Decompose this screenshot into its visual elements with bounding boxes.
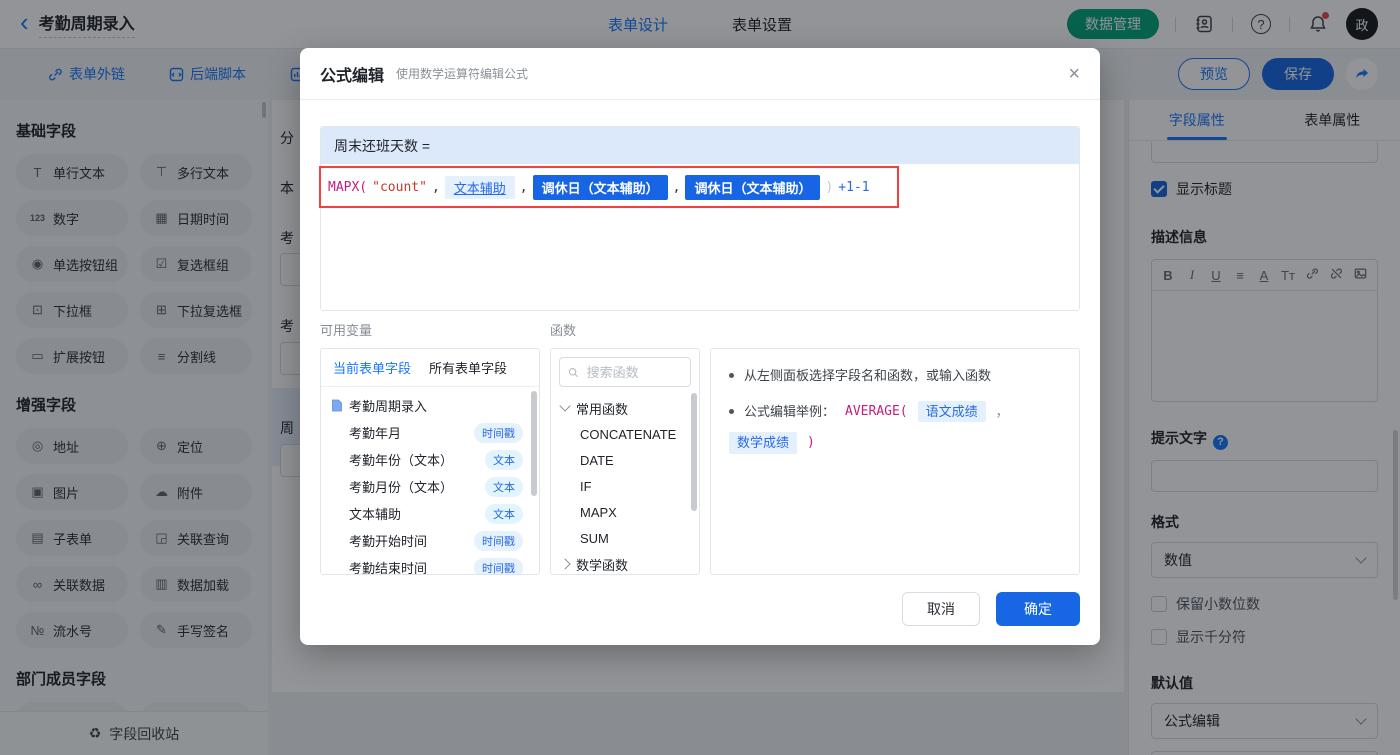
variable-item[interactable]: 文本辅助文本 [321, 500, 539, 527]
tips-panel: 从左侧面板选择字段名和函数，或输入函数 公式编辑举例： AVERAGE( 语文成… [710, 348, 1080, 575]
document-icon [331, 399, 343, 412]
type-badge: 时间戳 [474, 558, 523, 576]
formula-target: 周末还班天数 = [321, 127, 1079, 164]
formula-paren: ) [825, 180, 833, 195]
function-item[interactable]: SUM [551, 525, 699, 551]
tab-all-form-fields[interactable]: 所有表单字段 [429, 358, 507, 377]
function-group-math[interactable]: 数学函数 [551, 551, 699, 575]
formula-function: MAPX( [328, 180, 367, 195]
example-close-paren: ) [807, 433, 815, 453]
functions-label: 函数 [550, 320, 576, 339]
close-icon[interactable]: × [1068, 64, 1080, 84]
formula-box: 周末还班天数 = MAPX( "count" , 文本辅助 , 调休日（文本辅助… [320, 126, 1080, 311]
search-input[interactable] [585, 364, 682, 381]
formula-editor-modal: 公式编辑 使用数学运算符编辑公式 × 周末还班天数 = MAPX( "count… [300, 48, 1100, 645]
modal-title: 公式编辑 [320, 62, 384, 86]
function-item[interactable]: DATE [551, 447, 699, 473]
variables-label: 可用变量 [320, 320, 372, 339]
variables-scrollbar[interactable] [531, 391, 537, 496]
variables-root[interactable]: 考勤周期录入 [321, 392, 539, 419]
example-comma: ， [996, 402, 1009, 422]
variable-item[interactable]: 考勤开始时间时间戳 [321, 527, 539, 554]
chevron-down-icon [559, 400, 570, 411]
confirm-button[interactable]: 确定 [996, 592, 1080, 626]
modal-footer: 取消 确定 [902, 592, 1080, 626]
cancel-button[interactable]: 取消 [902, 592, 980, 626]
bullet [729, 409, 734, 414]
variable-item[interactable]: 考勤月份（文本）文本 [321, 473, 539, 500]
modal-header: 公式编辑 使用数学运算符编辑公式 × [300, 48, 1100, 100]
bullet [729, 373, 734, 378]
function-search [559, 357, 691, 387]
type-badge: 时间戳 [474, 531, 523, 551]
formula-field-tag-selected[interactable]: 调休日（文本辅助） [685, 175, 820, 200]
variables-list: 考勤周期录入 考勤年月时间戳 考勤年份（文本）文本 考勤月份（文本）文本 文本辅… [321, 387, 539, 575]
variable-item[interactable]: 考勤年份（文本）文本 [321, 446, 539, 473]
function-group-common[interactable]: 常用函数 [551, 395, 699, 421]
formula-comma: , [432, 180, 440, 195]
formula-string: "count" [372, 180, 427, 195]
function-item[interactable]: MAPX [551, 499, 699, 525]
functions-panel: 常用函数 CONCATENATE DATE IF MAPX SUM 数学函数 文… [550, 348, 700, 575]
variables-panel: 当前表单字段 所有表单字段 考勤周期录入 考勤年月时间戳 考勤年份（文本）文本 … [320, 348, 540, 575]
chevron-right-icon [559, 558, 570, 569]
tip-line: 从左侧面板选择字段名和函数，或输入函数 [729, 366, 1061, 386]
formula-operators: +1-1 [838, 180, 869, 195]
function-item[interactable]: CONCATENATE [551, 421, 699, 447]
type-badge: 文本 [485, 504, 523, 524]
variables-tabs: 当前表单字段 所有表单字段 [321, 349, 539, 387]
variable-item[interactable]: 考勤年月时间戳 [321, 419, 539, 446]
formula-field-tag-selected[interactable]: 调休日（文本辅助） [533, 175, 668, 200]
formula-comma: , [520, 180, 528, 195]
app-root: ‹ 考勤周期录入 表单设计 表单设置 数据管理 ? [0, 0, 1400, 755]
variable-item[interactable]: 考勤结束时间时间戳 [321, 554, 539, 575]
example-field-tag: 语文成绩 [918, 401, 986, 423]
type-badge: 文本 [485, 477, 523, 497]
example-field-tag: 数学成绩 [729, 432, 797, 454]
tip-example: 公式编辑举例： AVERAGE( 语文成绩 ， 数学成绩 ) [729, 401, 1061, 454]
type-badge: 时间戳 [474, 423, 523, 443]
tab-current-form-fields[interactable]: 当前表单字段 [333, 358, 411, 377]
formula-field-tag[interactable]: 文本辅助 [445, 176, 515, 199]
type-badge: 文本 [485, 450, 523, 470]
modal-subtitle: 使用数学运算符编辑公式 [396, 65, 528, 82]
search-icon [568, 366, 579, 379]
formula-comma: , [673, 180, 681, 195]
function-item[interactable]: IF [551, 473, 699, 499]
formula-expression[interactable]: MAPX( "count" , 文本辅助 , 调休日（文本辅助） , 调休日（文… [319, 166, 899, 208]
example-function: AVERAGE( [845, 402, 908, 422]
functions-scrollbar[interactable] [691, 393, 697, 511]
